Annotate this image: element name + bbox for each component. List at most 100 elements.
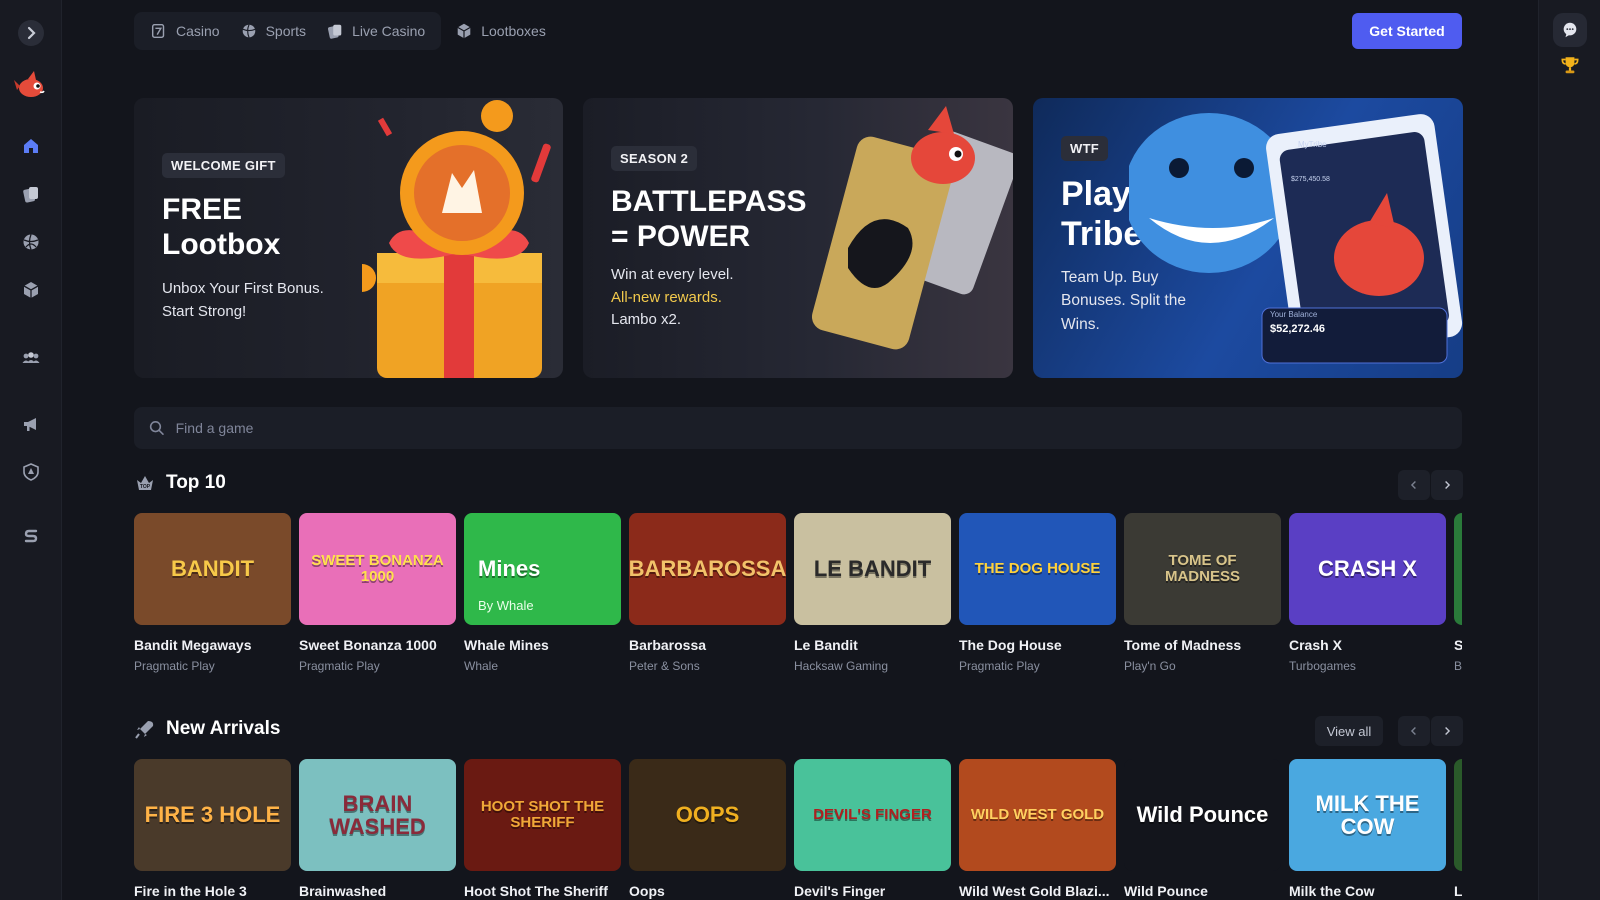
nav-casino-label: Casino bbox=[176, 23, 220, 39]
cards-icon bbox=[328, 24, 342, 39]
banner-title: FREE Lootbox bbox=[162, 192, 280, 263]
logo-fish-icon[interactable] bbox=[14, 68, 48, 102]
balance-value: $52,272.46 bbox=[1270, 323, 1326, 335]
game-name: Le Bandit bbox=[794, 637, 858, 653]
top10-row: BANDIT Bandit Megaways Pragmatic Play SWEET… bbox=[134, 513, 1462, 693]
banner-text-line: Lambo x2. bbox=[611, 311, 682, 328]
game-thumbnail: HOOT SHOT THE SHERIFF bbox=[464, 759, 621, 871]
game-thumbnail-title: FIRE 3 HOLE bbox=[144, 802, 281, 828]
banner-play-tribes[interactable]: WTF Play Tribes Team Up. Buy Bonuses. Sp… bbox=[1033, 98, 1463, 378]
game-thumbnail-title: HOOT SHOT THE SHERIFF bbox=[480, 798, 605, 831]
shield-icon[interactable] bbox=[15, 456, 47, 488]
game-card[interactable]: L bbox=[1454, 759, 1462, 899]
game-thumbnail-title: SWEET BONANZA 1000 bbox=[311, 552, 444, 585]
game-thumbnail: FIRE 3 HOLE bbox=[134, 759, 291, 871]
game-name: Wild West Gold Blazi... bbox=[959, 883, 1110, 899]
top10-prev-button[interactable] bbox=[1398, 470, 1430, 500]
currency-s-icon[interactable] bbox=[15, 520, 47, 552]
banner-battlepass[interactable]: SEASON 2 BATTLEPASS = POWER Win at every… bbox=[583, 98, 1013, 378]
nav-sports-label: Sports bbox=[265, 23, 307, 39]
banner-text-line: Start Strong! bbox=[162, 302, 247, 320]
game-thumbnail: BRAIN WASHED bbox=[299, 759, 456, 871]
game-card[interactable]: MILK THE COW Milk the Cow bbox=[1289, 759, 1446, 899]
nav-live-casino[interactable]: Live Casino bbox=[316, 12, 435, 50]
casino-cards-icon[interactable] bbox=[15, 178, 47, 210]
nav-casino[interactable]: Casino bbox=[140, 12, 230, 50]
game-name: Whale Mines bbox=[464, 637, 549, 653]
section-top10-header: TOP Top 10 bbox=[134, 472, 226, 494]
banner-title-line: FREE bbox=[162, 193, 243, 226]
game-name: Crash X bbox=[1289, 637, 1342, 653]
game-card[interactable]: BRAIN WASHED Brainwashed bbox=[299, 759, 456, 899]
banner-title-line: Lootbox bbox=[162, 228, 281, 262]
balance-label: Your Balance bbox=[1270, 310, 1318, 319]
banner-welcome-gift[interactable]: WELCOME GIFT FREE Lootbox Unbox Your Fir… bbox=[134, 98, 563, 378]
right-rail bbox=[1538, 0, 1600, 900]
game-card[interactable]: WILD WEST GOLD Wild West Gold Blazi... bbox=[959, 759, 1116, 899]
rocket-icon bbox=[135, 721, 154, 739]
game-thumbnail: SWEET BONANZA 1000 bbox=[299, 513, 456, 625]
game-card[interactable]: BARBAROSSA Barbarossa Peter & Sons bbox=[629, 513, 786, 673]
game-thumbnail: DEVIL'S FINGER bbox=[794, 759, 951, 871]
chevron-right-icon bbox=[1445, 727, 1451, 735]
game-thumbnail: THE DOG HOUSE bbox=[959, 513, 1116, 625]
nav-sports[interactable]: Sports bbox=[230, 12, 316, 50]
game-card[interactable]: LE BANDIT Le Bandit Hacksaw Gaming bbox=[794, 513, 951, 673]
nav-lootboxes[interactable]: Lootboxes bbox=[445, 12, 556, 50]
game-card[interactable]: CRASH X Crash X Turbogames bbox=[1289, 513, 1446, 673]
game-card[interactable]: DEVIL'S FINGER Devil's Finger bbox=[794, 759, 951, 899]
left-sidebar bbox=[0, 0, 62, 900]
chat-icon[interactable] bbox=[1553, 13, 1587, 47]
game-card[interactable]: OOPS Oops bbox=[629, 759, 786, 899]
game-card[interactable]: Wild Pounce Wild Pounce bbox=[1124, 759, 1281, 899]
new-arrivals-row: FIRE 3 HOLE Fire in the Hole 3 BRAIN WASHE… bbox=[134, 759, 1462, 900]
home-icon[interactable] bbox=[15, 130, 47, 162]
game-provider: Hacksaw Gaming bbox=[794, 659, 889, 673]
game-card[interactable]: TOME OF MADNESS Tome of Madness Play'n Go bbox=[1124, 513, 1281, 673]
game-card[interactable]: Mines By Whale Whale Mines Whale bbox=[464, 513, 621, 673]
lootbox-icon[interactable] bbox=[15, 274, 47, 306]
game-name: Oops bbox=[629, 883, 665, 899]
game-thumbnail-title: BARBAROSSA bbox=[629, 556, 786, 582]
view-all-button[interactable]: View all bbox=[1315, 716, 1383, 746]
game-name: S bbox=[1454, 637, 1462, 653]
game-thumbnail bbox=[1454, 759, 1462, 871]
gift-box-coin-icon bbox=[362, 100, 551, 378]
game-card[interactable]: SB bbox=[1454, 513, 1462, 673]
game-card[interactable]: FIRE 3 HOLE Fire in the Hole 3 bbox=[134, 759, 291, 899]
banner-tag: WTF bbox=[1061, 136, 1109, 161]
game-search[interactable] bbox=[134, 407, 1462, 449]
search-input[interactable] bbox=[175, 420, 1448, 436]
battlepass-ticket-icon bbox=[811, 106, 1013, 350]
game-thumbnail-title: TOME OF MADNESS bbox=[1164, 552, 1240, 585]
game-thumbnail-title: BRAIN WASHED bbox=[329, 790, 426, 839]
shark-mascot-icon bbox=[1129, 113, 1463, 364]
trophy-icon[interactable] bbox=[1553, 48, 1587, 82]
game-card[interactable]: BANDIT Bandit Megaways Pragmatic Play bbox=[134, 513, 291, 673]
sports-ball-icon[interactable] bbox=[15, 226, 47, 258]
game-thumbnail-title: CRASH X bbox=[1317, 556, 1417, 582]
game-thumbnail: Wild Pounce bbox=[1124, 759, 1281, 871]
game-thumbnail: MILK THE COW bbox=[1289, 759, 1446, 871]
get-started-button[interactable]: Get Started bbox=[1352, 13, 1462, 49]
game-card[interactable]: THE DOG HOUSE The Dog House Pragmatic Play bbox=[959, 513, 1116, 673]
new-prev-button[interactable] bbox=[1398, 716, 1430, 746]
tribes-icon[interactable] bbox=[15, 342, 47, 374]
game-thumbnail-title: BANDIT bbox=[170, 556, 255, 582]
promotions-megaphone-icon[interactable] bbox=[15, 408, 47, 440]
new-next-button[interactable] bbox=[1431, 716, 1463, 746]
game-provider: Play'n Go bbox=[1124, 659, 1176, 673]
game-card[interactable]: SWEET BONANZA 1000 Sweet Bonanza 1000 Prag… bbox=[299, 513, 456, 673]
game-thumbnail-title: THE DOG HOUSE bbox=[974, 560, 1101, 578]
collapse-icon[interactable] bbox=[18, 20, 44, 46]
game-thumbnail-title: Mines bbox=[478, 556, 541, 581]
banner-text: Win at every level. All-new rewards. Lam… bbox=[611, 264, 734, 332]
game-card[interactable]: HOOT SHOT THE SHERIFF Hoot Shot The Sheri… bbox=[464, 759, 621, 899]
game-provider: Pragmatic Play bbox=[134, 659, 215, 673]
game-thumbnail: WILD WEST GOLD bbox=[959, 759, 1116, 871]
top10-next-button[interactable] bbox=[1431, 470, 1463, 500]
game-thumbnail-subtitle: By Whale bbox=[478, 598, 534, 613]
banner-text: Unbox Your First Bonus. Start Strong! bbox=[162, 278, 324, 323]
banner-tag: SEASON 2 bbox=[611, 146, 698, 171]
game-thumbnail: OOPS bbox=[629, 759, 786, 871]
